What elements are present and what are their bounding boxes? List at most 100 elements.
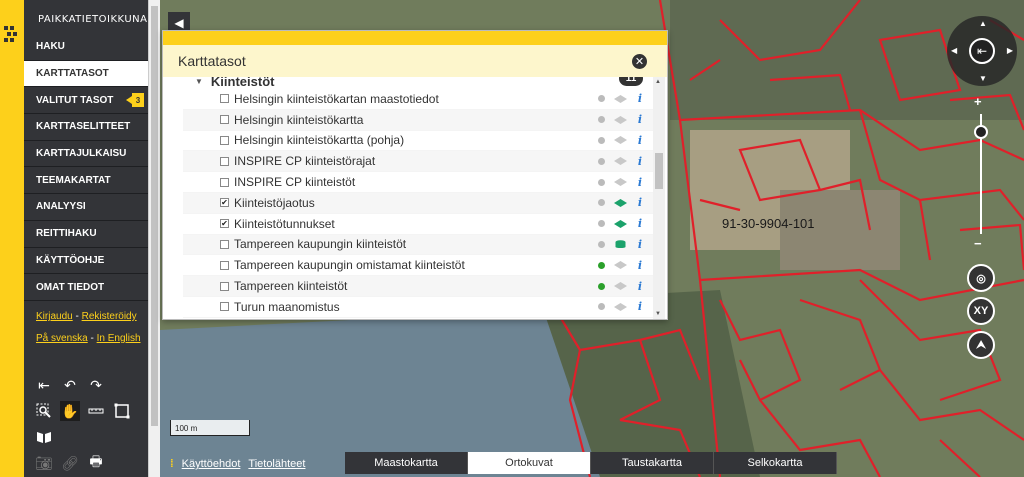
info-icon[interactable]: i <box>638 155 642 168</box>
nav-item-karttatasot[interactable]: KARTTATASOT <box>24 60 148 88</box>
layer-row[interactable]: INSPIRE CP kiinteistörajat i <box>183 151 663 173</box>
close-icon[interactable]: ✕ <box>632 54 647 69</box>
swedish-link[interactable]: På svenska <box>36 333 88 344</box>
layer-checkbox[interactable]: ✔ <box>220 219 229 229</box>
nav-item-label: KARTTAJULKAISU <box>36 148 127 160</box>
layer-checkbox[interactable] <box>220 135 229 145</box>
pan-compass[interactable]: ▲ ▼ ◀ ▶ ⇤ <box>947 16 1017 86</box>
auth-separator: - <box>72 310 82 322</box>
layer-row[interactable]: Turun maanomistus i <box>183 297 663 318</box>
english-link[interactable]: In English <box>97 333 141 344</box>
info-icon[interactable]: i <box>638 113 642 126</box>
north-arrow-icon[interactable]: ⮝ <box>967 331 995 359</box>
info-icon[interactable]: i <box>638 196 642 209</box>
nav-item-analyysi[interactable]: ANALYYSI <box>24 194 148 221</box>
layer-checkbox[interactable] <box>220 156 229 166</box>
layer-status-icon <box>598 261 605 269</box>
nav-item-haku[interactable]: HAKU <box>24 34 148 61</box>
info-icon[interactable]: i <box>638 92 642 105</box>
pan-up-icon[interactable]: ▲ <box>979 19 987 28</box>
print-icon[interactable]: 🖶︎ <box>86 453 106 473</box>
info-icon[interactable]: i <box>638 238 642 251</box>
layer-checkbox[interactable]: ✔ <box>220 198 229 208</box>
basemap-button-selkokartta[interactable]: Selkokartta <box>714 452 837 474</box>
sources-link[interactable]: Tietolähteet <box>248 458 305 470</box>
terms-link[interactable]: Käyttöehdot <box>182 458 241 470</box>
layer-name: INSPIRE CP kiinteistörajat <box>234 154 376 169</box>
redo-icon[interactable]: ↷ <box>86 375 106 395</box>
panel-header: Karttatasot ✕ <box>163 45 667 77</box>
basemap-button-taustakartta[interactable]: Taustakartta <box>591 452 714 474</box>
scroll-down-icon[interactable]: ▼ <box>655 311 661 317</box>
layer-group[interactable]: ▼ Kiinteistöt 11 <box>183 77 663 89</box>
layer-row[interactable]: Helsingin kiinteistökartan maastotiedot i <box>183 89 663 110</box>
info-icon[interactable]: i <box>638 300 642 313</box>
map-book-icon[interactable] <box>34 427 54 447</box>
nav-item-reittihaku[interactable]: REITTIHAKU <box>24 221 148 248</box>
return-home-icon[interactable]: ⇤ <box>969 38 995 64</box>
info-icon[interactable]: i <box>638 259 642 272</box>
nav-item-label: OMAT TIEDOT <box>36 281 105 293</box>
measure-line-icon[interactable] <box>86 401 106 421</box>
layer-checkbox[interactable] <box>220 260 229 270</box>
nav-item-karttaselitteet[interactable]: KARTTASELITTEET <box>24 114 148 141</box>
layer-row[interactable]: Helsingin kiinteistökartta i <box>183 109 663 131</box>
basemap-button-maastokartta[interactable]: Maastokartta <box>345 452 468 474</box>
locate-icon[interactable]: ◎ <box>967 264 995 292</box>
nav-item-käyttöohje[interactable]: KÄYTTÖOHJE <box>24 248 148 275</box>
layer-checkbox[interactable] <box>220 281 229 291</box>
pan-hand-icon[interactable]: ✋ <box>60 401 80 421</box>
layer-row[interactable]: INSPIRE CP kiinteistöt i <box>183 172 663 193</box>
layer-scroll-thumb[interactable] <box>655 153 663 189</box>
login-link[interactable]: Kirjaudu <box>36 311 73 322</box>
layer-type-icon <box>614 136 627 145</box>
info-icon[interactable]: i <box>638 280 642 293</box>
layer-checkbox[interactable] <box>220 94 229 104</box>
sidebar-scroll-thumb[interactable] <box>151 6 158 426</box>
layer-row[interactable]: Tampereen kaupungin omistamat kiinteistö… <box>183 255 663 277</box>
layer-row[interactable]: Tampereen kiinteistöt i <box>183 276 663 297</box>
zoom-box-icon[interactable] <box>34 401 54 421</box>
camera-icon[interactable]: 📷︎ <box>34 453 54 473</box>
nav-item-karttajulkaisu[interactable]: KARTTAJULKAISU <box>24 141 148 168</box>
pan-down-icon[interactable]: ▼ <box>979 74 987 83</box>
nav-item-omat-tiedot[interactable]: OMAT TIEDOT <box>24 274 148 301</box>
reset-view-icon[interactable]: ⇤ <box>34 375 54 395</box>
expand-triangle-icon[interactable]: ▼ <box>195 77 203 86</box>
layer-row[interactable]: Tampereen kaupungin kiinteistöt i <box>183 234 663 256</box>
info-icon[interactable]: i <box>638 217 642 230</box>
layer-checkbox[interactable] <box>220 177 229 187</box>
pan-left-icon[interactable]: ◀ <box>951 46 957 55</box>
layer-checkbox[interactable] <box>220 302 229 312</box>
layer-type-icon <box>614 198 627 207</box>
link-icon[interactable]: 🔗︎ <box>60 453 80 473</box>
group-name: Kiinteistöt <box>210 77 275 89</box>
nav-item-label: REITTIHAKU <box>36 228 97 240</box>
nav-item-valitut-tasot[interactable]: VALITUT TASOT 3 <box>24 87 148 115</box>
layer-checkbox[interactable] <box>220 239 229 249</box>
zoom-out-button[interactable]: − <box>974 236 982 251</box>
nav-item-label: HAKU <box>36 41 65 53</box>
sidebar-scrollbar[interactable] <box>148 0 160 477</box>
register-link[interactable]: Rekisteröidy <box>82 311 137 322</box>
basemap-button-ortokuvat[interactable]: Ortokuvat <box>468 452 591 474</box>
pan-right-icon[interactable]: ▶ <box>1007 46 1013 55</box>
layer-list-scrollbar[interactable]: ▲ ▼ <box>653 77 665 319</box>
zoom-slider[interactable]: + − <box>970 90 992 260</box>
map-footer: ⁞ Käyttöehdot Tietolähteet <box>170 452 305 476</box>
nav-item-teemakartat[interactable]: TEEMAKARTAT <box>24 167 148 195</box>
info-icon[interactable]: i <box>638 134 642 147</box>
layer-row[interactable]: ✔ Kiinteistöjaotus i <box>183 192 663 214</box>
layer-checkbox[interactable] <box>220 115 229 125</box>
coordinate-tool-button[interactable]: XY <box>967 297 995 325</box>
zoom-knob[interactable] <box>974 125 988 139</box>
layer-row[interactable]: Helsingin kiinteistökartta (pohja) i <box>183 131 663 152</box>
undo-icon[interactable]: ↶ <box>60 375 80 395</box>
layer-name: Tampereen kaupungin kiinteistöt <box>234 237 407 252</box>
layer-row[interactable]: ✔ Kiinteistötunnukset i <box>183 214 663 235</box>
zoom-in-button[interactable]: + <box>974 94 982 109</box>
scroll-up-icon[interactable]: ▲ <box>655 79 661 85</box>
layer-name: Helsingin kiinteistökartta (pohja) <box>234 133 405 148</box>
measure-area-icon[interactable] <box>112 401 132 421</box>
info-icon[interactable]: i <box>638 176 642 189</box>
